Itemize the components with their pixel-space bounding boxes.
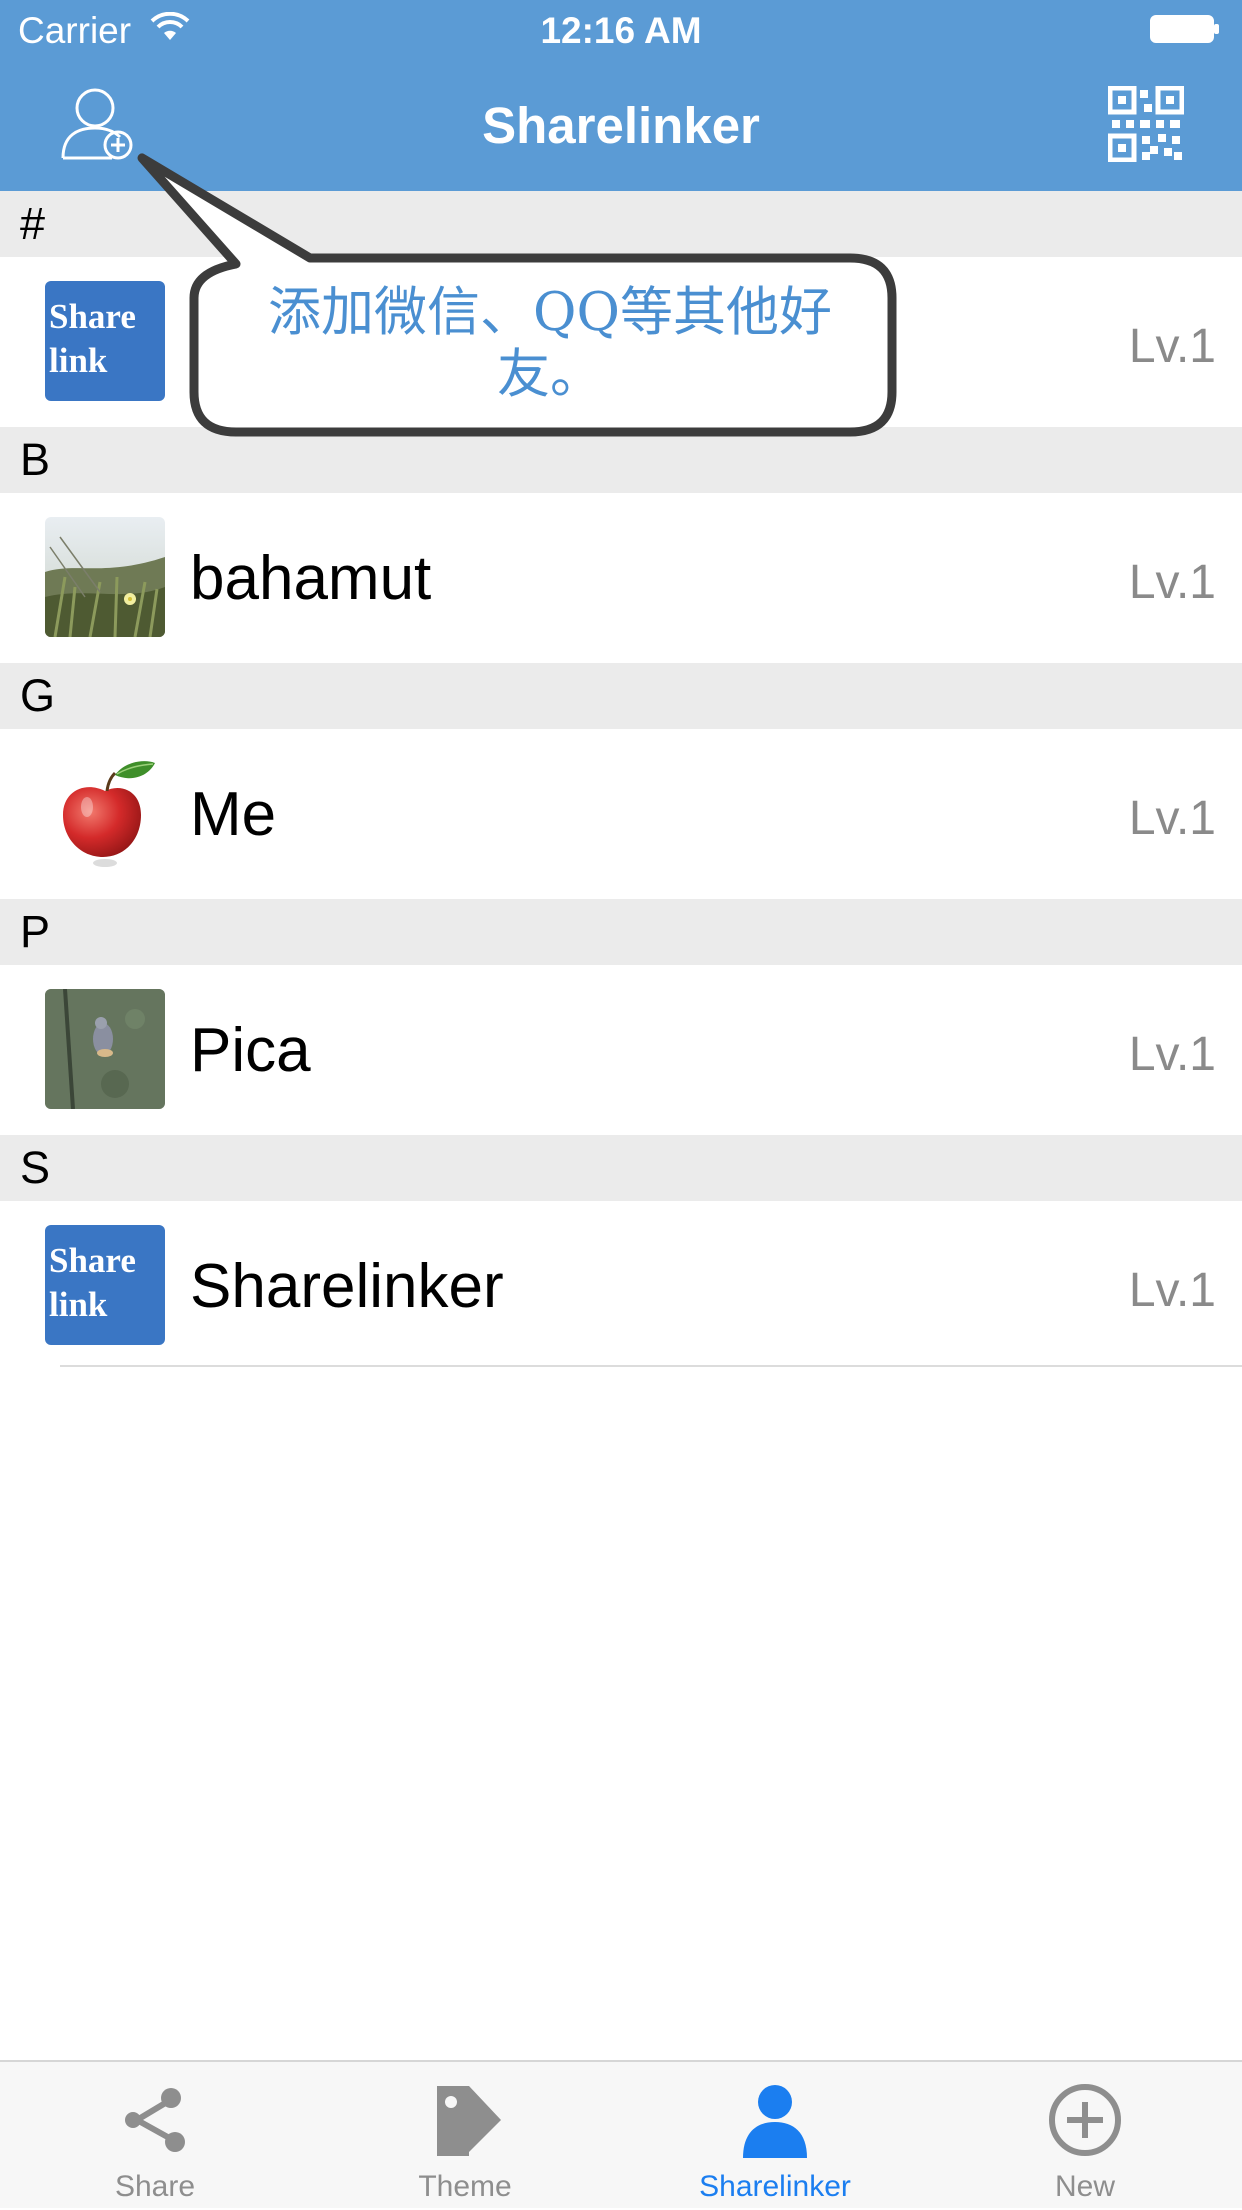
contact-level: Lv.1 [1128,792,1216,845]
contact-level: Lv.1 [1128,320,1216,373]
tab-bar: Share Theme Sharelinker New [0,2060,1242,2208]
tab-label: Share [114,2170,196,2203]
row-separator [60,1365,1242,1367]
contact-row-sharelink[interactable]: Share link Lv.1 [0,257,1242,427]
page-title: Sharelinker [482,97,760,154]
tab-sharelinker[interactable]: Sharelinker [620,2062,930,2210]
tab-label: New [1054,2170,1115,2203]
tab-label: Theme [418,2170,512,2203]
contact-row-pica[interactable]: Pica Lv.1 [0,965,1242,1135]
plus-circle-icon [1049,2084,1121,2156]
tab-share[interactable]: Share [0,2062,310,2210]
contact-name: Me [190,780,277,849]
tab-label: Sharelinker [699,2170,851,2203]
section-header-b: B [0,427,1242,493]
navigation-bar: Carrier 12:16 AM Sharelinker [0,0,1242,191]
grass-photo-avatar [45,517,165,637]
contact-name: bahamut [190,544,432,613]
contact-name: Sharelinker [190,1252,504,1321]
contact-row-bahamut[interactable]: bahamut Lv.1 [0,493,1242,663]
qr-code-button[interactable] [1107,85,1185,163]
battery-icon [1150,15,1219,43]
avatar-logo-text-1: Share [49,297,136,336]
section-header-g: G [0,663,1242,729]
section-header-p: P [0,899,1242,965]
bird-photo-avatar [45,989,165,1109]
contact-row-sharelinker[interactable]: Share link Sharelinker Lv.1 [0,1201,1242,1371]
sharelink-logo-avatar: Share link [45,281,165,401]
qr-code-icon [1107,85,1185,163]
avatar-logo-text-2: link [49,1285,108,1324]
sharelink-logo-avatar: Share link [45,1225,165,1345]
share-icon [125,2088,185,2152]
section-header-hash: # [0,191,1242,257]
contact-row-me[interactable]: Me Lv.1 [0,729,1242,899]
person-icon [743,2085,807,2158]
contact-level: Lv.1 [1128,1028,1216,1081]
contact-level: Lv.1 [1128,1264,1216,1317]
avatar-logo-text-2: link [49,341,108,380]
apple-photo-avatar [45,753,165,873]
tab-theme[interactable]: Theme [310,2062,620,2210]
contact-name: Pica [190,1016,311,1085]
tag-icon [437,2086,501,2156]
section-header-s: S [0,1135,1242,1201]
tab-new[interactable]: New [930,2062,1240,2210]
avatar-logo-text-1: Share [49,1241,136,1280]
contact-level: Lv.1 [1128,556,1216,609]
status-time: 12:16 AM [540,10,702,51]
